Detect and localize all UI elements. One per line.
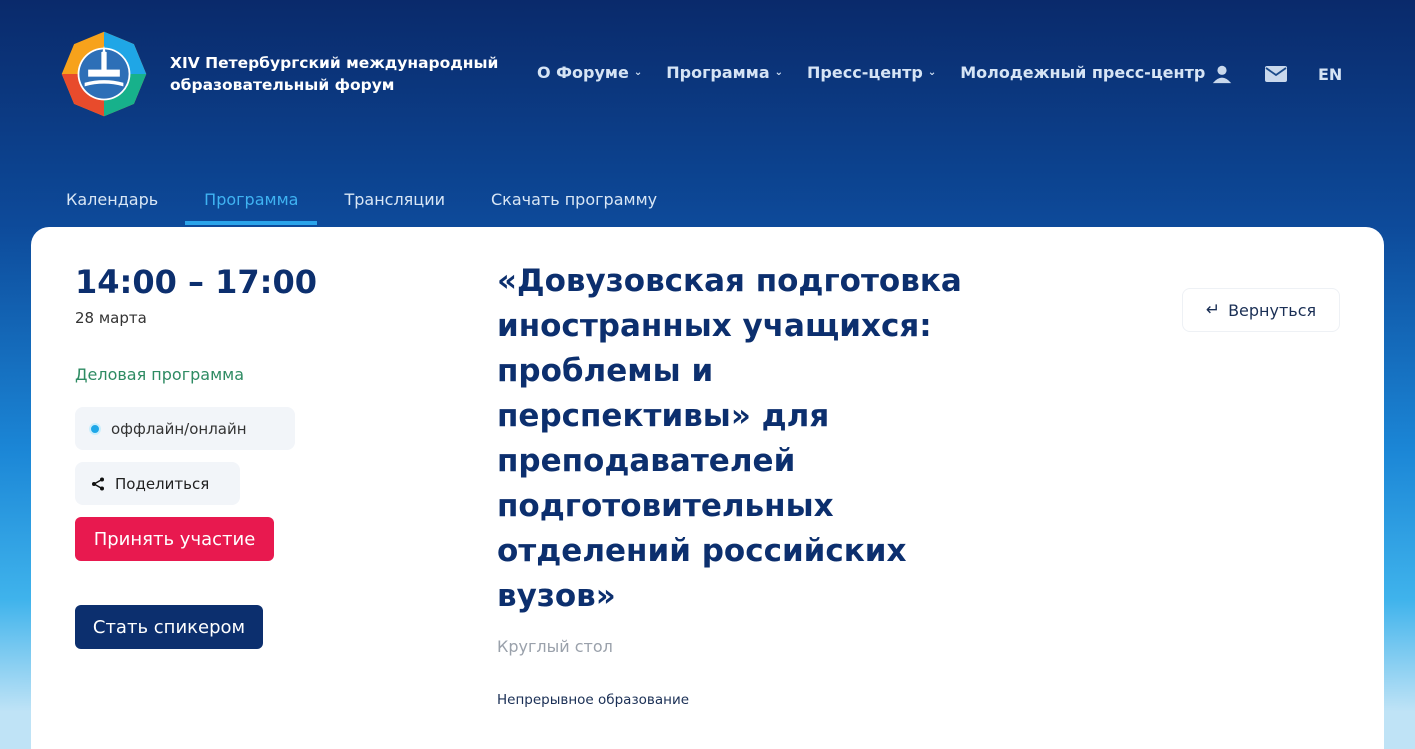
chevron-down-icon: ⌄	[633, 67, 643, 78]
event-date: 28 марта	[75, 309, 147, 327]
sub-nav: Календарь Программа Трансляции Скачать п…	[43, 178, 680, 225]
chevron-down-icon: ⌄	[774, 67, 784, 78]
header: XIV Петербургский международный образова…	[0, 0, 1415, 150]
header-actions: EN	[1210, 62, 1342, 86]
nav-item-youth-press-center[interactable]: Молодежный пресс-центр	[960, 63, 1205, 82]
share-label: Поделиться	[115, 474, 210, 493]
nav-item-label: Пресс-центр	[807, 63, 923, 82]
nav-item-program[interactable]: Программа ⌄	[666, 63, 783, 82]
format-label: оффлайн/онлайн	[111, 419, 247, 438]
share-button[interactable]: Поделиться	[75, 462, 240, 505]
nav-item-label: Программа	[666, 63, 770, 82]
become-speaker-button[interactable]: Стать спикером	[75, 605, 263, 649]
forum-logo-icon	[61, 31, 147, 117]
event-card: 14:00 – 17:00 28 марта Деловая программа…	[31, 227, 1384, 749]
language-switch[interactable]: EN	[1318, 65, 1342, 84]
nav-item-label: Молодежный пресс-центр	[960, 63, 1206, 82]
program-type-link[interactable]: Деловая программа	[75, 365, 244, 384]
event-time: 14:00 – 17:00	[75, 263, 317, 301]
forum-logo[interactable]	[60, 30, 148, 118]
format-badge: оффлайн/онлайн	[75, 407, 295, 450]
event-title: «Довузовская подготовка иностранных учащ…	[497, 263, 962, 614]
join-button[interactable]: Принять участие	[75, 517, 274, 561]
nav-item-label: О Форуме	[537, 63, 629, 82]
nav-item-about[interactable]: О Форуме ⌄	[537, 63, 642, 82]
event-track[interactable]: Непрерывное образование	[497, 692, 689, 708]
back-button[interactable]: ↵ Вернуться	[1182, 288, 1340, 332]
nav-item-press-center[interactable]: Пресс-центр ⌄	[807, 63, 936, 82]
user-icon[interactable]	[1210, 62, 1234, 86]
tab-program[interactable]: Программа	[181, 178, 321, 225]
main-nav: О Форуме ⌄ Программа ⌄ Пресс-центр ⌄ Мол…	[537, 63, 1205, 82]
brand-title[interactable]: XIV Петербургский международный образова…	[170, 52, 500, 96]
tab-download-program[interactable]: Скачать программу	[468, 178, 680, 225]
tab-calendar[interactable]: Календарь	[43, 178, 181, 225]
tab-broadcasts[interactable]: Трансляции	[321, 178, 468, 225]
mail-icon[interactable]	[1264, 62, 1288, 86]
return-arrow-icon: ↵	[1205, 300, 1221, 320]
status-dot-icon	[89, 422, 101, 435]
event-format: Круглый стол	[497, 637, 613, 656]
share-icon	[92, 477, 104, 490]
chevron-down-icon: ⌄	[927, 67, 937, 78]
back-label: Вернуться	[1228, 300, 1317, 320]
